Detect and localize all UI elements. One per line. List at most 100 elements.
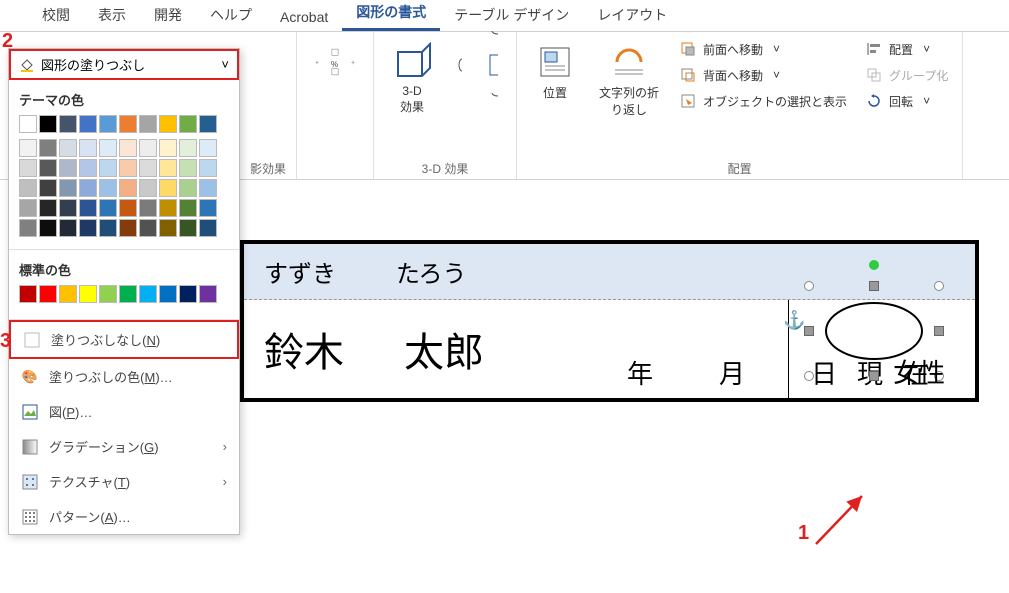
resize-handle[interactable] (869, 371, 879, 381)
color-swatch[interactable] (159, 159, 177, 177)
color-swatch[interactable] (79, 285, 97, 303)
align-button[interactable]: 配置˅ (861, 38, 934, 60)
color-swatch[interactable] (19, 179, 37, 197)
resize-handle[interactable] (804, 371, 814, 381)
selection-pane-button[interactable]: オブジェクトの選択と表示 (675, 90, 851, 112)
tab-review[interactable]: 校閲 (28, 0, 84, 31)
color-swatch[interactable] (99, 219, 117, 237)
color-swatch[interactable] (179, 139, 197, 157)
color-swatch[interactable] (199, 115, 217, 133)
color-swatch[interactable] (59, 285, 77, 303)
resize-handle[interactable] (934, 281, 944, 291)
color-swatch[interactable] (159, 179, 177, 197)
color-swatch[interactable] (99, 159, 117, 177)
color-swatch[interactable] (79, 139, 97, 157)
color-swatch[interactable] (199, 179, 217, 197)
color-swatch[interactable] (139, 285, 157, 303)
gradient-fill-item[interactable]: グラデーション(G) › (9, 429, 239, 464)
color-swatch[interactable] (39, 199, 57, 217)
color-swatch[interactable] (19, 139, 37, 157)
group-button[interactable]: グループ化 (861, 64, 952, 86)
color-swatch[interactable] (19, 285, 37, 303)
color-swatch[interactable] (179, 159, 197, 177)
threeD-effects-button[interactable]: 3-D 効果 (384, 38, 440, 119)
color-swatch[interactable] (39, 115, 57, 133)
wrap-text-button[interactable]: 文字列の折 り返し (593, 38, 665, 122)
tab-view[interactable]: 表示 (84, 0, 140, 31)
color-swatch[interactable] (39, 219, 57, 237)
color-swatch[interactable] (79, 179, 97, 197)
color-swatch[interactable] (179, 199, 197, 217)
shape-fill-header[interactable]: 図形の塗りつぶし ˅ (9, 49, 239, 80)
color-swatch[interactable] (39, 285, 57, 303)
color-swatch[interactable] (19, 159, 37, 177)
color-swatch[interactable] (119, 199, 137, 217)
color-swatch[interactable] (139, 115, 157, 133)
color-swatch[interactable] (39, 159, 57, 177)
resize-handle[interactable] (804, 326, 814, 336)
rotate-handle[interactable] (869, 260, 879, 270)
color-swatch[interactable] (119, 219, 137, 237)
color-swatch[interactable] (19, 219, 37, 237)
color-swatch[interactable] (119, 159, 137, 177)
color-swatch[interactable] (59, 115, 77, 133)
color-swatch[interactable] (39, 139, 57, 157)
color-swatch[interactable] (199, 139, 217, 157)
tab-layout[interactable]: レイアウト (583, 0, 681, 31)
color-swatch[interactable] (39, 179, 57, 197)
color-swatch[interactable] (199, 199, 217, 217)
bring-forward-button[interactable]: 前面へ移動˅ (675, 38, 784, 60)
resize-handle[interactable] (804, 281, 814, 291)
threeD-rotate-grid[interactable] (450, 38, 506, 119)
color-swatch[interactable] (59, 199, 77, 217)
color-swatch[interactable] (59, 139, 77, 157)
color-swatch[interactable] (139, 159, 157, 177)
color-swatch[interactable] (19, 115, 37, 133)
color-swatch[interactable] (99, 285, 117, 303)
color-swatch[interactable] (119, 139, 137, 157)
color-swatch[interactable] (199, 285, 217, 303)
color-swatch[interactable] (99, 115, 117, 133)
color-swatch[interactable] (179, 115, 197, 133)
color-swatch[interactable] (59, 179, 77, 197)
color-swatch[interactable] (79, 115, 97, 133)
color-swatch[interactable] (179, 285, 197, 303)
tab-developer[interactable]: 開発 (140, 0, 196, 31)
document-canvas[interactable]: 年 月 日現在 すずき たろう 鈴木 太郎 ⚓ (240, 180, 1009, 593)
color-swatch[interactable] (119, 115, 137, 133)
tab-shape-format[interactable]: 図形の書式 (342, 0, 440, 31)
color-swatch[interactable] (159, 199, 177, 217)
color-swatch[interactable] (99, 139, 117, 157)
color-swatch[interactable] (199, 219, 217, 237)
color-swatch[interactable] (139, 219, 157, 237)
picture-fill-item[interactable]: 図(P)… (9, 394, 239, 429)
no-fill-item[interactable]: 塗りつぶしなし(N) (9, 320, 239, 359)
color-swatch[interactable] (79, 219, 97, 237)
resize-handle[interactable] (934, 326, 944, 336)
color-swatch[interactable] (139, 199, 157, 217)
color-swatch[interactable] (59, 159, 77, 177)
position-button[interactable]: 位置 (527, 38, 583, 122)
color-swatch[interactable] (99, 199, 117, 217)
rotate-button[interactable]: 回転˅ (861, 90, 934, 112)
color-swatch[interactable] (159, 285, 177, 303)
texture-fill-item[interactable]: テクスチャ(T) › (9, 464, 239, 499)
color-swatch[interactable] (179, 179, 197, 197)
color-swatch[interactable] (199, 159, 217, 177)
tab-help[interactable]: ヘルプ (196, 0, 266, 31)
color-swatch[interactable] (119, 179, 137, 197)
color-swatch[interactable] (159, 115, 177, 133)
color-swatch[interactable] (179, 219, 197, 237)
color-swatch[interactable] (139, 179, 157, 197)
color-swatch[interactable] (79, 199, 97, 217)
resize-handle[interactable] (869, 281, 879, 291)
color-swatch[interactable] (159, 139, 177, 157)
color-swatch[interactable] (59, 219, 77, 237)
color-swatch[interactable] (19, 199, 37, 217)
color-swatch[interactable] (79, 159, 97, 177)
color-swatch[interactable] (159, 219, 177, 237)
color-swatch[interactable] (99, 179, 117, 197)
send-backward-button[interactable]: 背面へ移動˅ (675, 64, 784, 86)
color-swatch[interactable] (139, 139, 157, 157)
more-fill-colors-item[interactable]: 🎨 塗りつぶしの色(M)… (9, 359, 239, 394)
